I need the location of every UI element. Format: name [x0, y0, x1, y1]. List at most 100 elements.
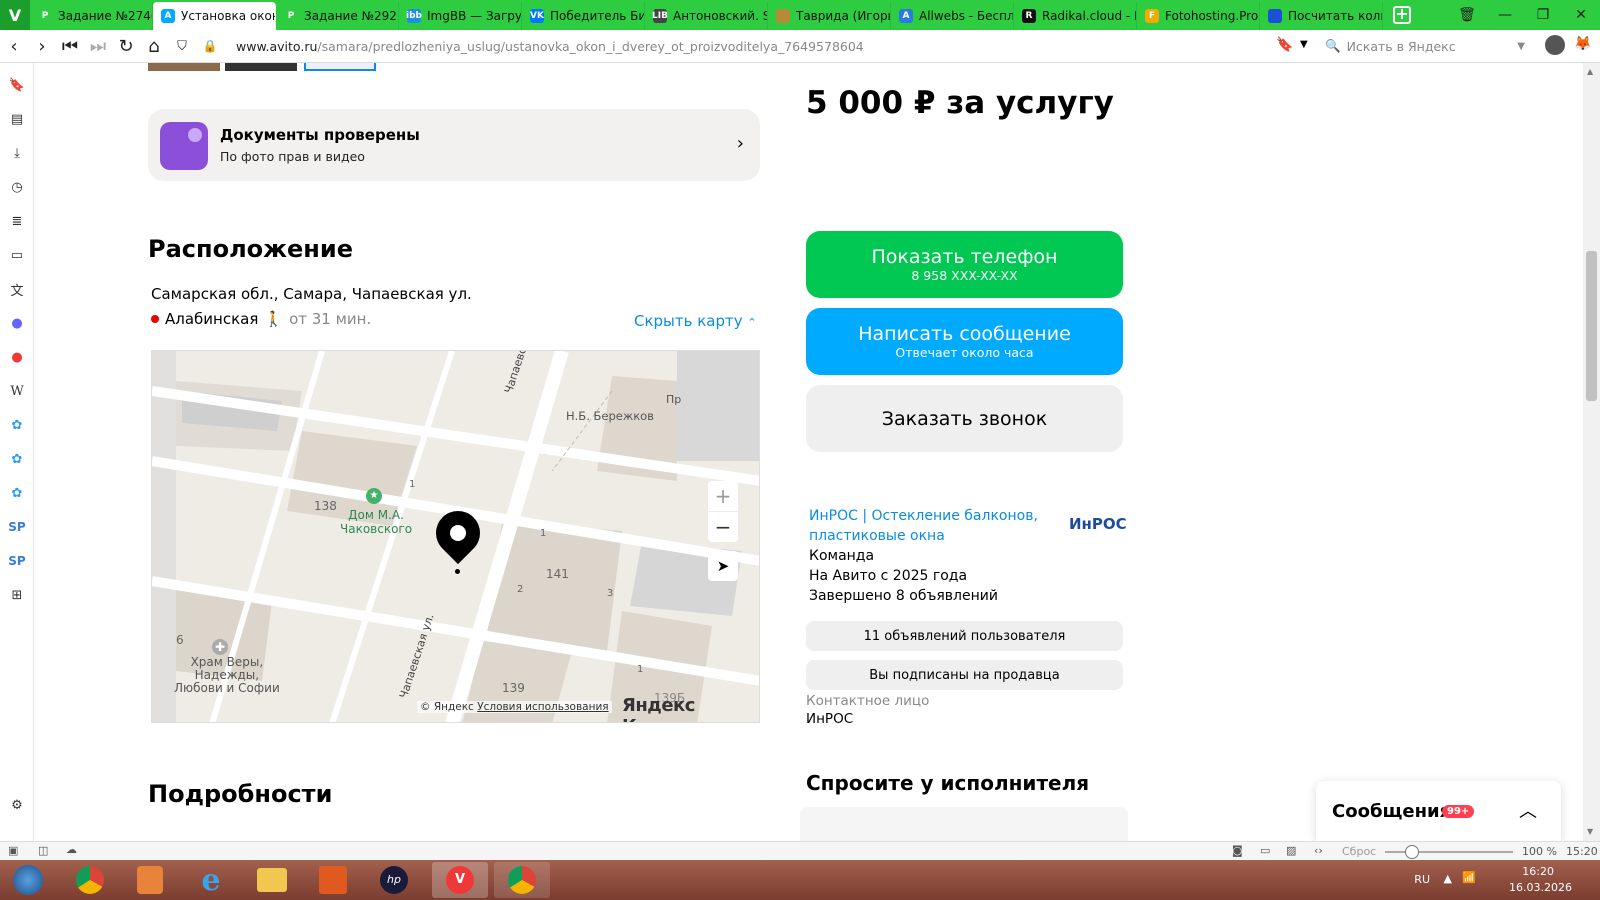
- show-hidden-icons[interactable]: ▲: [1444, 872, 1452, 885]
- sync-cloud-icon[interactable]: ☁: [66, 843, 77, 856]
- web-panel-icon[interactable]: ✿: [7, 415, 27, 435]
- gallery-thumbnail[interactable]: [225, 63, 297, 71]
- start-button[interactable]: [0, 862, 56, 898]
- show-phone-button[interactable]: Показать телефон 8 958 XXX-XX-XX: [806, 231, 1123, 298]
- zoom-reset[interactable]: Сброс: [1342, 845, 1376, 858]
- search-input[interactable]: 🔍 Искать в Яндекс ▼: [1325, 36, 1525, 56]
- zoom-slider-handle[interactable]: [1405, 845, 1419, 859]
- map[interactable]: Чапаевская ул. Чапаевская ул. Н.Б. Береж…: [151, 350, 760, 723]
- tab-active[interactable]: A Установка окон: [153, 2, 276, 30]
- maximize-button[interactable]: ❐: [1524, 7, 1562, 23]
- tab[interactable]: R Radikal.cloud - Б: [1014, 2, 1137, 30]
- network-icon[interactable]: 📶: [1462, 871, 1476, 884]
- web-panel-icon[interactable]: ✿: [7, 449, 27, 469]
- home-button[interactable]: ⌂: [140, 36, 168, 57]
- bookmarks-panel-icon[interactable]: 🔖: [7, 75, 27, 95]
- explorer-taskbar-icon[interactable]: [244, 862, 300, 898]
- window-icon[interactable]: ▭: [1260, 844, 1270, 857]
- fast-forward-button[interactable]: ⏭: [84, 36, 112, 57]
- downloads-icon[interactable]: ⤓: [7, 143, 27, 163]
- tab[interactable]: P Задание №2746: [30, 2, 153, 30]
- media-player-taskbar-icon[interactable]: [122, 862, 178, 898]
- verified-icon: [160, 122, 208, 170]
- vivaldi-menu-icon[interactable]: V: [0, 0, 30, 30]
- new-tab-button[interactable]: +: [1393, 6, 1411, 24]
- capture-icon[interactable]: ◙: [1232, 844, 1243, 857]
- rewind-button[interactable]: ⏮: [56, 36, 84, 57]
- ask-question-box[interactable]: [800, 807, 1128, 841]
- clock-date[interactable]: 16.03.2026: [1509, 881, 1572, 894]
- chrome-taskbar-icon[interactable]: [62, 862, 118, 898]
- gallery-thumbnail-selected[interactable]: [304, 63, 376, 71]
- zoom-slider[interactable]: [1385, 845, 1513, 859]
- forward-button[interactable]: ›: [28, 36, 56, 57]
- documents-verified-card[interactable]: Документы проверены По фото прав и видео…: [148, 109, 760, 181]
- reload-button[interactable]: ↻: [112, 36, 140, 57]
- geolocation-button[interactable]: ➤: [708, 551, 738, 581]
- ie-taskbar-icon[interactable]: e: [183, 862, 239, 898]
- tiling-icon[interactable]: ◫: [38, 844, 48, 857]
- minimize-button[interactable]: —: [1486, 7, 1524, 23]
- add-panel-icon[interactable]: ⊞: [7, 585, 27, 605]
- close-window-button[interactable]: ✕: [1562, 7, 1600, 23]
- office-taskbar-icon[interactable]: [305, 862, 361, 898]
- back-button[interactable]: ‹: [0, 36, 28, 57]
- wikipedia-icon[interactable]: W: [7, 381, 27, 401]
- tab[interactable]: LIB Антоновский. St: [645, 2, 768, 30]
- scroll-down-arrow[interactable]: ▼: [1587, 827, 1593, 836]
- subscribed-button[interactable]: Вы подписаны на продавца: [806, 660, 1123, 690]
- code-icon[interactable]: ‹›: [1314, 844, 1323, 857]
- page-scrollbar[interactable]: ▲ ▼: [1583, 63, 1600, 841]
- image-icon[interactable]: ▨: [1286, 844, 1296, 857]
- lock-icon[interactable]: 🔒: [196, 39, 224, 53]
- tab[interactable]: A Allwebs - Беспла: [891, 2, 1014, 30]
- tab[interactable]: ibb ImgBB — Загруз: [399, 2, 522, 30]
- window-panel-icon[interactable]: ▭: [7, 245, 27, 265]
- tab[interactable]: Посчитать коли: [1260, 2, 1383, 30]
- web-panel-icon[interactable]: ✿: [7, 483, 27, 503]
- profile-icon[interactable]: [1545, 35, 1565, 55]
- gallery-thumbnail[interactable]: [148, 63, 220, 71]
- seller-logo[interactable]: ИнРОС: [1069, 515, 1127, 533]
- phone-number: 8 958 XXX-XX-XX: [911, 268, 1018, 283]
- language-indicator[interactable]: RU: [1414, 873, 1430, 886]
- map-terms-link[interactable]: Условия использования: [477, 701, 608, 713]
- panel-toggle-icon[interactable]: ▣: [8, 844, 18, 857]
- search-engine-dropdown-icon[interactable]: ▼: [1517, 41, 1525, 52]
- reading-list-icon[interactable]: ▤: [7, 109, 27, 129]
- sp-panel-icon[interactable]: SP: [7, 551, 27, 571]
- clock-time[interactable]: 16:20: [1522, 865, 1554, 878]
- hp-taskbar-icon[interactable]: hp: [366, 862, 422, 898]
- write-message-button[interactable]: Написать сообщение Отвечает около часа: [806, 308, 1123, 375]
- vivaldi-taskbar-icon[interactable]: V: [432, 862, 488, 898]
- trash-icon[interactable]: 🗑: [1448, 7, 1486, 23]
- chevron-up-icon[interactable]: ︿: [1519, 797, 1537, 823]
- mastodon-icon[interactable]: ●: [7, 313, 27, 333]
- tab[interactable]: Таврида (Игорь: [768, 2, 891, 30]
- tab[interactable]: VK Победитель Бит: [522, 2, 645, 30]
- zoom-in-button[interactable]: +: [708, 481, 738, 511]
- url-field[interactable]: www.avito.ru/samara/predlozheniya_uslug/…: [236, 39, 864, 54]
- chrome-taskbar-icon[interactable]: [494, 862, 550, 898]
- translate-icon[interactable]: 文: [7, 279, 27, 299]
- sp-panel-icon[interactable]: SP: [7, 517, 27, 537]
- tab[interactable]: P Задание №2921: [276, 2, 399, 30]
- seller-name-link[interactable]: ИнРОС | Остекление балконов, пластиковые…: [809, 506, 1049, 546]
- zoom-out-button[interactable]: −: [708, 512, 738, 542]
- scrollbar-thumb[interactable]: [1586, 251, 1597, 401]
- poi-label: Пр: [666, 393, 682, 406]
- tab[interactable]: F Fotohosting.Pro: [1137, 2, 1260, 30]
- hide-map-link[interactable]: Скрыть карту ⌃: [634, 312, 757, 330]
- bookmark-icon[interactable]: 🔖: [1276, 37, 1293, 53]
- order-call-button[interactable]: Заказать звонок: [806, 385, 1123, 452]
- notes-icon[interactable]: ≣: [7, 211, 27, 231]
- extension-icon[interactable]: 🦊: [1574, 36, 1591, 52]
- user-listings-button[interactable]: 11 объявлений пользователя: [806, 621, 1123, 651]
- scroll-up-arrow[interactable]: ▲: [1587, 67, 1593, 76]
- messages-widget[interactable]: Сообщения 99+ ︿: [1316, 781, 1561, 841]
- dropdown-icon[interactable]: ▼: [1300, 39, 1308, 50]
- settings-icon[interactable]: ⚙: [7, 795, 27, 815]
- history-icon[interactable]: ◷: [7, 177, 27, 197]
- vivaldi-social-icon[interactable]: ●: [7, 347, 27, 367]
- shield-icon[interactable]: ⛉: [168, 39, 196, 54]
